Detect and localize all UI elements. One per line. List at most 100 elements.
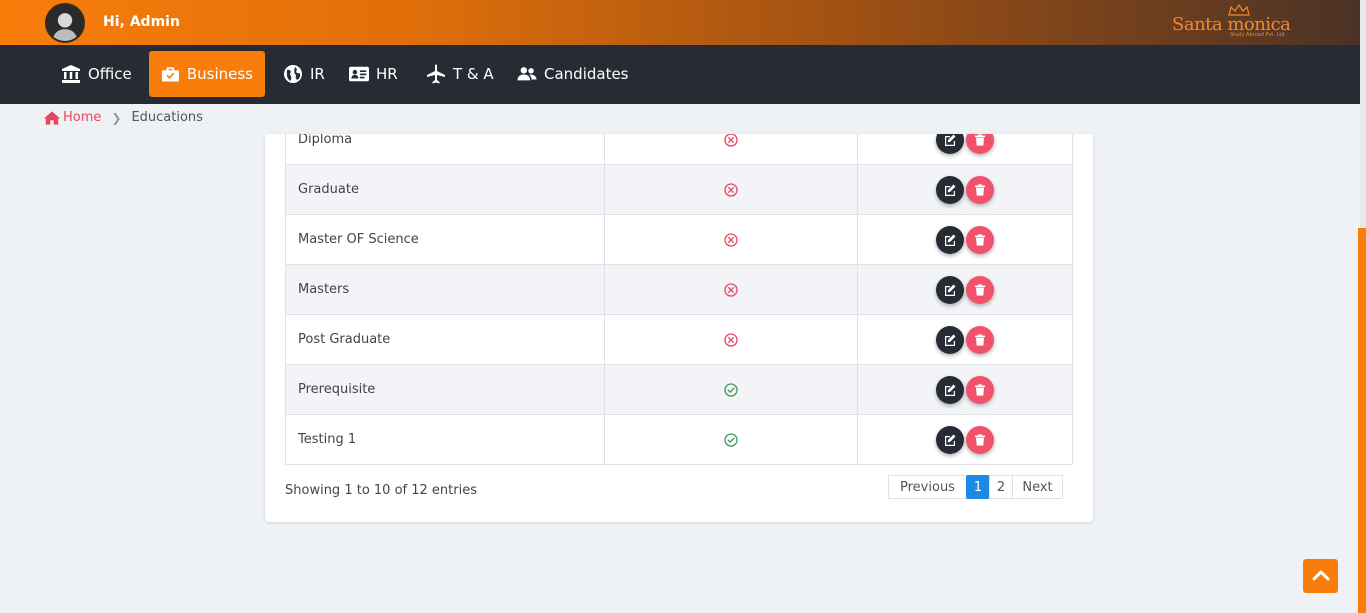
- edit-icon: [945, 234, 956, 246]
- table-row: Prerequisite: [285, 364, 1073, 415]
- main-navbar: Office Business IR HR T & A Candidates: [0, 45, 1360, 104]
- edit-button[interactable]: [936, 375, 965, 404]
- action-cell: [857, 314, 1073, 365]
- side-accent-decoration: [1358, 228, 1366, 613]
- cross-circle-icon: [724, 232, 738, 247]
- nav-label: IR: [310, 65, 325, 83]
- nav-item-office[interactable]: Office: [49, 51, 144, 97]
- education-name-cell: Prerequisite: [285, 364, 605, 415]
- education-name-cell: Master OF Science: [285, 214, 605, 265]
- delete-button[interactable]: [966, 134, 995, 154]
- edit-icon: [945, 334, 956, 346]
- delete-button[interactable]: [966, 325, 995, 354]
- status-cell: [603, 364, 859, 415]
- edit-icon: [945, 384, 956, 396]
- education-name: Graduate: [298, 182, 359, 197]
- edit-button[interactable]: [936, 425, 965, 454]
- delete-button[interactable]: [966, 275, 995, 304]
- trash-icon: [975, 233, 986, 246]
- id-card-icon: [349, 66, 369, 82]
- avatar[interactable]: [45, 3, 85, 43]
- user-photo-icon: [47, 5, 83, 41]
- scroll-to-top-button[interactable]: [1303, 559, 1338, 593]
- users-icon: [517, 67, 537, 81]
- top-header: Hi, Admin Santa monica Study Abroad Pvt.…: [0, 0, 1366, 45]
- education-name: Prerequisite: [298, 382, 376, 397]
- status-cell: [603, 164, 859, 215]
- table-row: Master OF Science: [285, 214, 1073, 265]
- edit-icon: [945, 434, 956, 446]
- nav-item-hr[interactable]: HR: [337, 51, 410, 97]
- education-name: Diploma: [298, 134, 353, 147]
- delete-button[interactable]: [966, 225, 995, 254]
- status-cell: [603, 314, 859, 365]
- educations-card: Diploma Graduate Master OF Science Masters P…: [265, 134, 1093, 522]
- plane-icon: [427, 64, 445, 84]
- nav-label: Candidates: [544, 65, 629, 83]
- check-circle-icon: [724, 432, 738, 447]
- action-cell: [857, 414, 1073, 465]
- trash-icon: [975, 333, 986, 346]
- nav-item-business[interactable]: Business: [149, 51, 265, 97]
- delete-button[interactable]: [966, 425, 995, 454]
- nav-label: T & A: [453, 65, 494, 83]
- status-cell: [603, 414, 859, 465]
- nav-label: Office: [88, 65, 132, 83]
- nav-item-candidates[interactable]: Candidates: [505, 51, 641, 97]
- education-name: Post Graduate: [298, 332, 391, 347]
- educations-table: Diploma Graduate Master OF Science Masters P…: [285, 134, 1073, 465]
- action-cell: [857, 364, 1073, 415]
- delete-button[interactable]: [966, 175, 995, 204]
- action-cell: [857, 264, 1073, 315]
- edit-button[interactable]: [936, 134, 965, 154]
- action-cell: [857, 134, 1073, 165]
- pagination-page-button[interactable]: 2: [989, 475, 1013, 499]
- chevron-up-icon: [1312, 570, 1329, 581]
- trash-icon: [975, 183, 986, 196]
- education-name-cell: Graduate: [285, 164, 605, 215]
- education-name-cell: Diploma: [285, 134, 605, 165]
- table-info: Showing 1 to 10 of 12 entries: [285, 483, 477, 498]
- cross-circle-icon: [724, 182, 738, 197]
- education-name-cell: Masters: [285, 264, 605, 315]
- table-row: Testing 1: [285, 414, 1073, 465]
- chevron-right-icon: ❯: [111, 110, 122, 125]
- edit-icon: [945, 184, 956, 196]
- edit-button[interactable]: [936, 225, 965, 254]
- pagination-next-button[interactable]: Next: [1012, 475, 1063, 499]
- table-row: Graduate: [285, 164, 1073, 215]
- education-name: Testing 1: [298, 432, 357, 447]
- nav-item-ta[interactable]: T & A: [414, 51, 506, 97]
- edit-button[interactable]: [936, 275, 965, 304]
- status-cell: [603, 134, 859, 165]
- pagination-page-button[interactable]: 1: [966, 475, 990, 499]
- action-cell: [857, 214, 1073, 265]
- globe-icon: [284, 65, 302, 83]
- brand-logo[interactable]: Santa monica Study Abroad Pvt. Ltd.: [1172, 4, 1297, 44]
- cross-circle-icon: [724, 332, 738, 347]
- education-name-cell: Post Graduate: [285, 314, 605, 365]
- nav-item-ir[interactable]: IR: [271, 51, 337, 97]
- brand-tagline: Study Abroad Pvt. Ltd.: [1230, 32, 1287, 38]
- briefcase-icon: [161, 67, 179, 82]
- edit-icon: [945, 134, 956, 146]
- breadcrumb: Home ❯ Educations: [44, 110, 203, 125]
- pagination: Previous 1 2 Next: [888, 475, 1063, 499]
- edit-button[interactable]: [936, 175, 965, 204]
- edit-button[interactable]: [936, 325, 965, 354]
- trash-icon: [975, 283, 986, 296]
- table-row: Diploma: [285, 134, 1073, 165]
- delete-button[interactable]: [966, 375, 995, 404]
- status-cell: [603, 214, 859, 265]
- education-name-cell: Testing 1: [285, 414, 605, 465]
- pagination-previous-button[interactable]: Previous: [888, 475, 967, 499]
- home-icon: [44, 110, 60, 125]
- trash-icon: [975, 134, 986, 146]
- educations-table-wrapper[interactable]: Diploma Graduate Master OF Science Masters P…: [285, 134, 1073, 465]
- nav-label: Business: [186, 65, 253, 83]
- breadcrumb-current: Educations: [131, 110, 203, 125]
- trash-icon: [975, 433, 986, 446]
- breadcrumb-home-link[interactable]: Home: [44, 110, 101, 125]
- cross-circle-icon: [724, 134, 738, 147]
- trash-icon: [975, 383, 986, 396]
